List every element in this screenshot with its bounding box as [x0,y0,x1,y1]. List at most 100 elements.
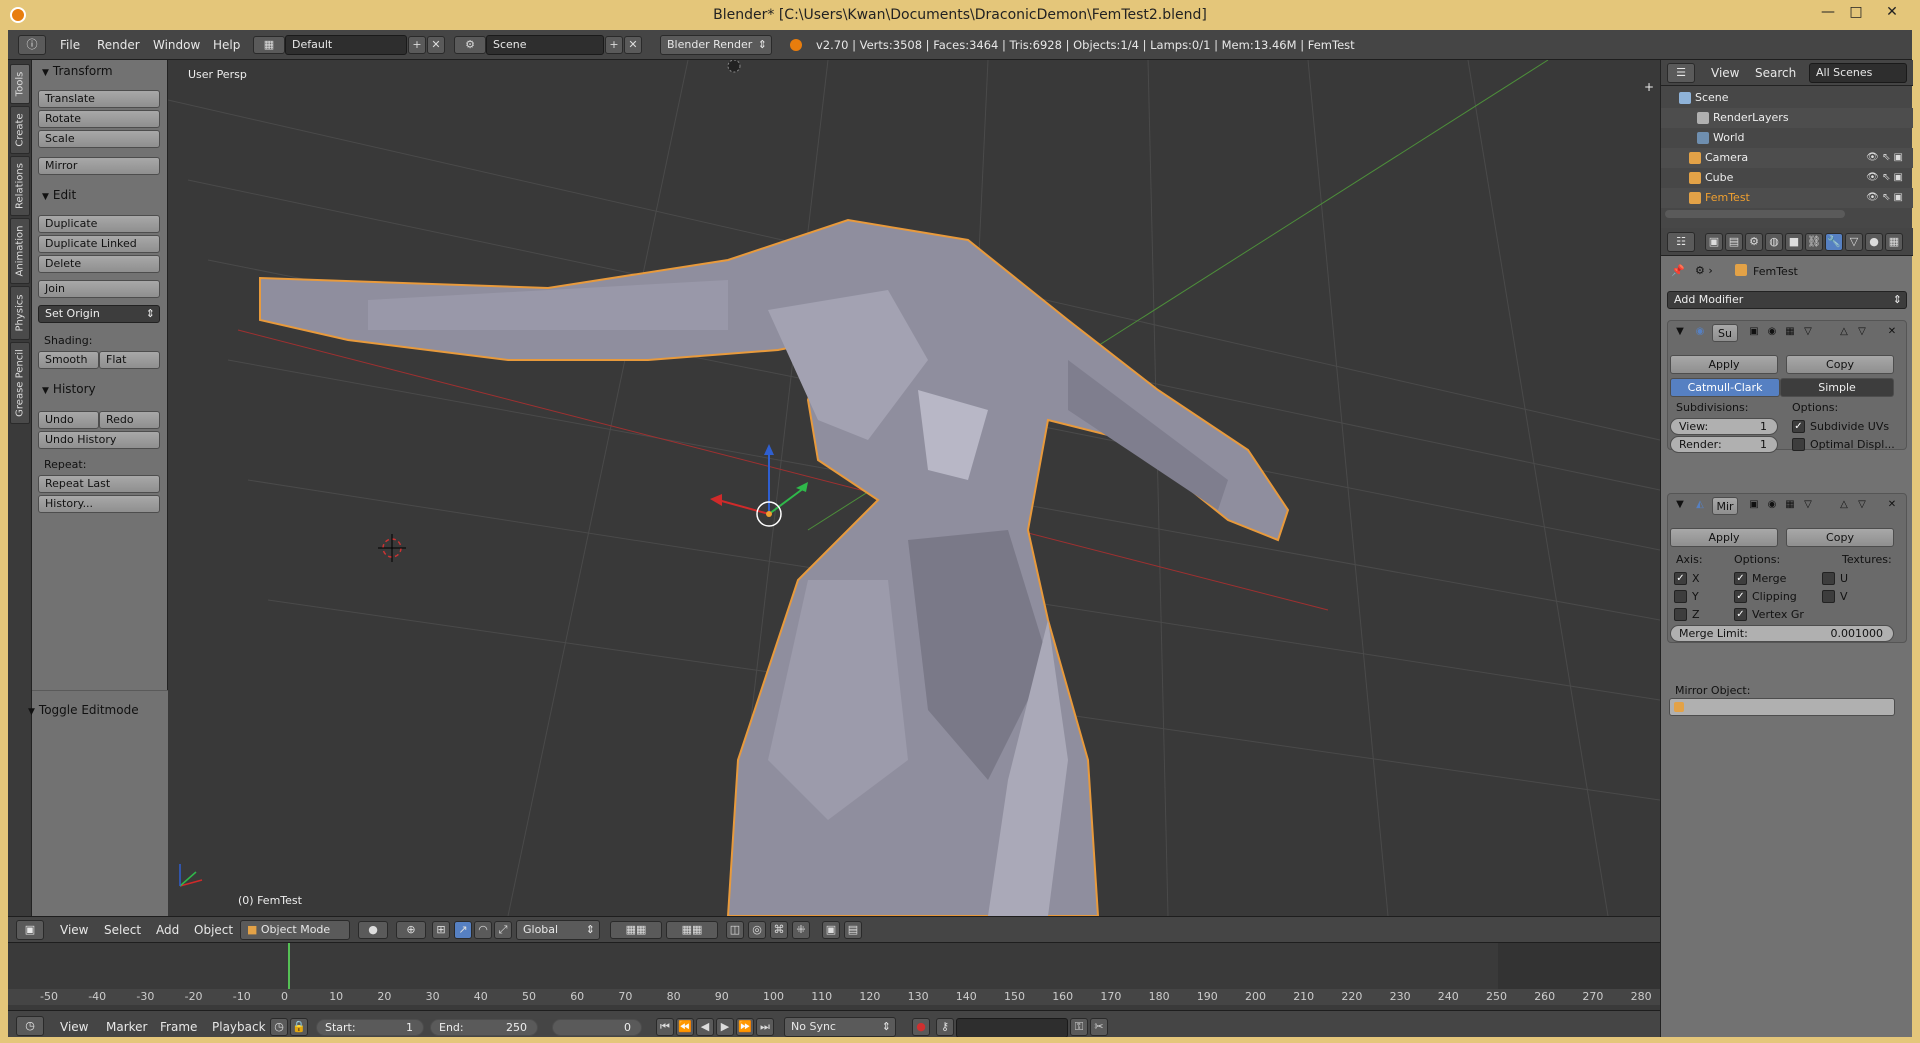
vertex-groups-checkbox[interactable]: ✓ [1734,608,1747,621]
editor-type-info-icon[interactable]: ⓘ [18,35,46,55]
modifiers-tab-icon[interactable]: 🔧 [1825,233,1843,251]
menu-playback[interactable]: Playback [212,1020,266,1034]
texture-u-checkbox[interactable] [1822,572,1835,585]
timeline-editor[interactable]: -50 -40 -30 -20 -10 0 10 20 30 40 50 60 70 80 90 100 110… [8,942,1660,1010]
visibility-toggles-icon[interactable]: 👁 ⇖ ▣ [1866,148,1903,168]
undo-button[interactable]: Undo [38,411,99,429]
screen-layout-icon[interactable]: ▦ [253,36,285,54]
menu-window[interactable]: Window [153,38,200,52]
toggle-editmode-header[interactable]: Toggle Editmode [18,700,154,720]
transform-panel-header[interactable]: Transform [32,61,168,81]
menu-frame[interactable]: Frame [160,1020,197,1034]
axis-y-checkbox[interactable] [1674,590,1687,603]
subdivide-uvs-checkbox[interactable]: ✓ [1792,420,1805,433]
tab-physics[interactable]: Physics [10,286,30,340]
jump-end-icon[interactable]: ⏭ [756,1018,774,1036]
axis-x-checkbox[interactable]: ✓ [1674,572,1687,585]
outliner-scrollbar[interactable] [1665,210,1845,218]
pivot-point-icon[interactable]: ⊕ [396,921,426,939]
remove-scene-icon[interactable]: ✕ [624,36,642,54]
duplicate-button[interactable]: Duplicate [38,215,160,233]
history-button[interactable]: History... [38,495,160,513]
viewport-plus-icon[interactable]: + [1644,80,1654,94]
menu-select[interactable]: Select [104,923,141,937]
minimize-button[interactable]: — [1814,4,1842,24]
add-layout-icon[interactable]: + [408,36,426,54]
subsurf-copy-button[interactable]: Copy [1786,355,1894,374]
texture-tab-icon[interactable]: ▦ [1885,233,1903,251]
scene-tab-icon[interactable]: ⚙ [1745,233,1763,251]
render-tab-icon[interactable]: ▣ [1705,233,1723,251]
maximize-button[interactable]: □ [1842,4,1870,24]
manipulator-toggle-icon[interactable]: ⊞ [432,921,450,939]
scene-layers-icon[interactable]: ▦▦ [610,921,662,939]
cage-toggle-icon[interactable]: ▽ [1800,325,1816,341]
viewport-toggle-icon[interactable]: ◉ [1764,325,1780,341]
catmull-clark-button[interactable]: Catmull-Clark [1670,378,1780,397]
editor-type-properties-icon[interactable]: ☷ [1667,232,1695,252]
editmode-toggle-icon[interactable]: ▦ [1782,325,1798,341]
merge-checkbox[interactable]: ✓ [1734,572,1747,585]
tab-tools[interactable]: Tools [10,64,30,104]
mirror-name-field[interactable]: Mir [1712,497,1738,515]
tab-grease-pencil[interactable]: Grease Pencil [10,342,30,424]
delete-button[interactable]: Delete [38,255,160,273]
material-tab-icon[interactable]: ● [1865,233,1883,251]
texture-v-checkbox[interactable] [1822,590,1835,603]
rotate-button[interactable]: Rotate [38,110,160,128]
tab-relations[interactable]: Relations [10,156,30,216]
mirror-copy-button[interactable]: Copy [1786,528,1894,547]
keying-set-field[interactable] [956,1018,1068,1038]
object-tab-icon[interactable]: ■ [1785,233,1803,251]
clipping-checkbox[interactable]: ✓ [1734,590,1747,603]
mirror-button[interactable]: Mirror [38,157,160,175]
editor-type-outliner-icon[interactable]: ☰ [1667,63,1695,83]
transform-orientation-select[interactable]: Global ⇕ [516,920,600,940]
menu-add[interactable]: Add [156,923,179,937]
mirror-editmode-toggle-icon[interactable]: ▦ [1782,498,1798,514]
outliner-menu-view[interactable]: View [1711,66,1739,80]
editor-type-timeline-icon[interactable]: ◷ [16,1016,44,1036]
pin-icon[interactable]: 📌 [1671,264,1685,277]
menu-help[interactable]: Help [213,38,240,52]
merge-limit-field[interactable]: Merge Limit: 0.001000 [1670,625,1894,642]
insert-keyframe-icon[interactable]: ⚿ [1070,1018,1088,1036]
outliner-row-renderlayers[interactable]: RenderLayers [1661,108,1913,128]
editor-type-3dview-icon[interactable]: ▣ [16,920,44,940]
start-frame-field[interactable]: Start: 1 [316,1019,424,1036]
edit-panel-header[interactable]: Edit [32,185,168,205]
scene-icon[interactable]: ⚙ [454,36,486,54]
move-up-icon[interactable]: △ [1836,325,1852,341]
preview-range-icon[interactable]: ◷ [270,1018,288,1036]
snap-icon[interactable]: ⌘ [770,921,788,939]
world-tab-icon[interactable]: ◍ [1765,233,1783,251]
menu-object[interactable]: Object [194,923,233,937]
next-keyframe-icon[interactable]: ⏩ [736,1018,754,1036]
outliner-row-femtest[interactable]: FemTest 👁 ⇖ ▣ [1661,188,1913,208]
record-icon[interactable]: ● [912,1018,930,1036]
tab-animation[interactable]: Animation [10,218,30,284]
outliner-row-world[interactable]: World [1661,128,1913,148]
join-button[interactable]: Join [38,280,160,298]
data-tab-icon[interactable]: ▽ [1845,233,1863,251]
remove-modifier-icon[interactable]: ✕ [1884,325,1900,341]
subsurf-render-field[interactable]: Render: 1 [1670,436,1778,453]
opengl-render-icon[interactable]: ▣ [822,921,840,939]
lock-time-icon[interactable]: 🔒 [290,1018,308,1036]
menu-timeline-view[interactable]: View [60,1020,88,1034]
move-down-icon[interactable]: ▽ [1854,325,1870,341]
object-mode-select[interactable]: ■ Object Mode [240,920,350,940]
remove-layout-icon[interactable]: ✕ [427,36,445,54]
render-layer-icon[interactable]: ◫ [726,921,744,939]
mirror-move-up-icon[interactable]: △ [1836,498,1852,514]
rotate-manipulator-icon[interactable]: ◠ [474,921,492,939]
repeat-last-button[interactable]: Repeat Last [38,475,160,493]
mirror-apply-button[interactable]: Apply [1670,528,1778,547]
mirror-cage-toggle-icon[interactable]: ▽ [1800,498,1816,514]
proportional-edit-icon[interactable]: ◎ [748,921,766,939]
duplicate-linked-button[interactable]: Duplicate Linked [38,235,160,253]
render-engine-select[interactable]: Blender Render ⇕ [660,35,772,55]
subsurf-apply-button[interactable]: Apply [1670,355,1778,374]
mirror-remove-icon[interactable]: ✕ [1884,498,1900,514]
redo-button[interactable]: Redo [99,411,160,429]
